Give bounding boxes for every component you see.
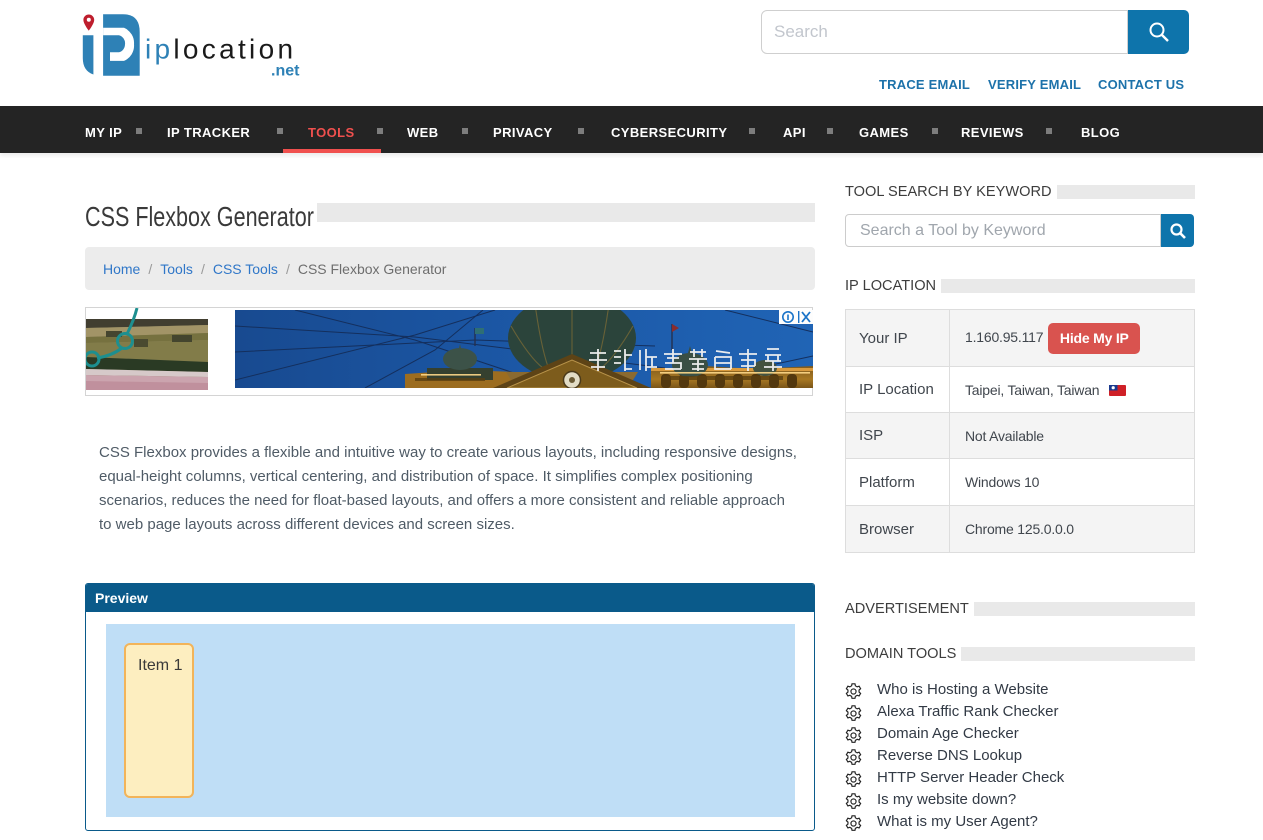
svg-text:.net: .net [271,63,300,80]
svg-text:iplocation: iplocation [145,34,296,65]
